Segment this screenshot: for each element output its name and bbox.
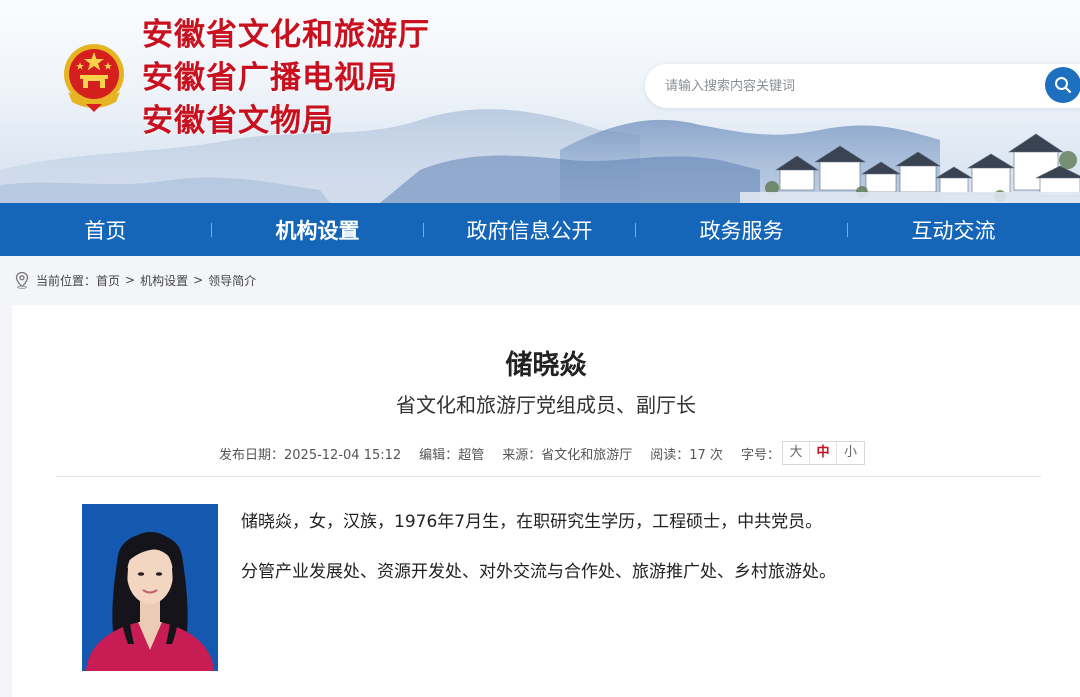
meta-source: 来源：省文化和旅游厅 <box>502 444 632 463</box>
search-input[interactable] <box>665 74 1035 98</box>
breadcrumb: 当前位置： 首页 > 机构设置 > 领导简介 <box>14 270 256 290</box>
nav-item-interaction[interactable]: 互动交流 <box>848 215 1059 245</box>
article-meta: 发布日期：2025-12-04 15:12 编辑：超管 来源：省文化和旅游厅 阅… <box>219 441 865 465</box>
meta-date: 发布日期：2025-12-04 15:12 <box>219 444 401 463</box>
nav-item-services[interactable]: 政务服务 <box>636 215 847 245</box>
breadcrumb-leader-intro[interactable]: 领导简介 <box>208 272 256 289</box>
site-titles: 安徽省文化和旅游厅 安徽省广播电视局 安徽省文物局 <box>142 14 430 143</box>
bio-paragraph: 分管产业发展处、资源开发处、对外交流与合作处、旅游推广处、乡村旅游处。 <box>241 562 836 582</box>
site-title-radio-tv: 安徽省广播电视局 <box>142 60 398 96</box>
breadcrumb-separator: > <box>193 273 204 287</box>
site-title-culture-tourism: 安徽省文化和旅游厅 <box>142 17 430 53</box>
breadcrumb-separator: > <box>125 273 136 287</box>
font-size-switcher: 大 中 小 <box>781 441 865 465</box>
meta-editor-label: 编辑： <box>419 447 459 463</box>
location-pin-icon <box>15 271 29 289</box>
search-button[interactable] <box>1045 67 1080 103</box>
font-size-large-button[interactable]: 大 <box>783 442 810 464</box>
breadcrumb-organization[interactable]: 机构设置 <box>140 272 188 289</box>
breadcrumb-prefix: 当前位置： <box>36 273 97 288</box>
meta-views-label: 阅读： <box>650 447 690 463</box>
font-size-medium-button[interactable]: 中 <box>810 442 837 464</box>
meta-source-value: 省文化和旅游厅 <box>541 447 633 463</box>
search-box <box>645 64 1080 108</box>
meta-editor: 编辑：超管 <box>419 444 484 463</box>
leader-portrait <box>82 504 218 671</box>
person-position: 省文化和旅游厅党组成员、副厅长 <box>396 393 696 417</box>
main-nav: 首页 机构设置 政府信息公开 政务服务 互动交流 <box>0 203 1080 256</box>
font-size-small-button[interactable]: 小 <box>837 442 864 464</box>
bio-text: 储晓焱，女，汉族，1976年7月生，在职研究生学历，工程硕士，中共党员。 分管产… <box>241 510 1061 610</box>
meta-date-label: 发布日期： <box>219 447 285 463</box>
article-card: 储晓焱 省文化和旅游厅党组成员、副厅长 发布日期：2025-12-04 15:1… <box>12 305 1080 697</box>
portrait-image <box>82 504 218 671</box>
search-icon <box>1055 77 1072 94</box>
meta-date-value: 2025-12-04 15:12 <box>284 447 402 463</box>
meta-source-label: 来源： <box>502 447 542 463</box>
divider <box>56 476 1041 477</box>
site-title-cultural-relics: 安徽省文物局 <box>142 103 334 139</box>
page-title: 储晓焱 <box>505 350 587 381</box>
meta-editor-value: 超管 <box>458 447 485 463</box>
bio-paragraph: 储晓焱，女，汉族，1976年7月生，在职研究生学历，工程硕士，中共党员。 <box>241 512 823 532</box>
font-size-label: 字号： <box>740 447 780 463</box>
nav-item-gov-info[interactable]: 政府信息公开 <box>424 215 635 245</box>
meta-views: 阅读：17 次 <box>650 444 723 463</box>
meta-views-value: 17 次 <box>689 447 723 463</box>
nav-item-home[interactable]: 首页 <box>0 215 211 245</box>
breadcrumb-home[interactable]: 首页 <box>96 272 120 289</box>
national-emblem-icon <box>64 44 124 112</box>
nav-item-organization[interactable]: 机构设置 <box>212 215 423 245</box>
